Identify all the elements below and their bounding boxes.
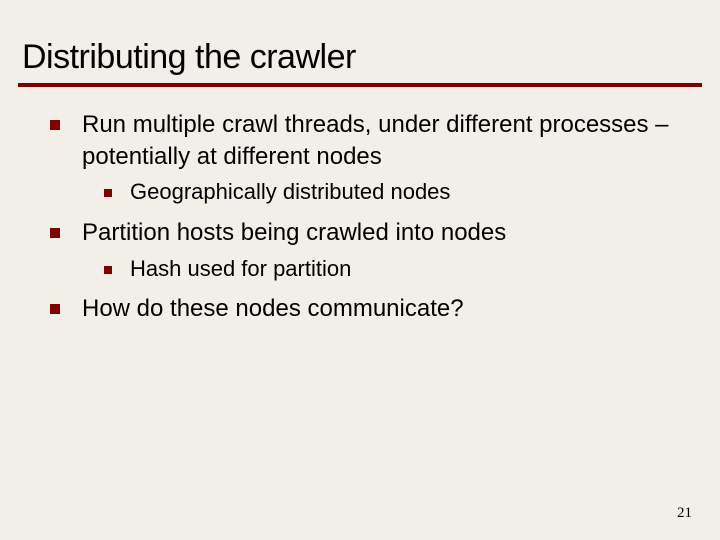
list-item: Run multiple crawl threads, under differ… <box>50 109 670 172</box>
slide-content: Run multiple crawl threads, under differ… <box>0 87 720 325</box>
slide-title: Distributing the crawler <box>0 0 720 83</box>
slide: Distributing the crawler Run multiple cr… <box>0 0 720 540</box>
list-subitem: Geographically distributed nodes <box>104 178 670 207</box>
list-item: Partition hosts being crawled into nodes <box>50 217 670 249</box>
square-bullet-icon <box>50 228 60 238</box>
square-bullet-icon <box>104 266 112 274</box>
square-bullet-icon <box>50 120 60 130</box>
list-item-text: Partition hosts being crawled into nodes <box>82 217 506 249</box>
page-number: 21 <box>677 505 692 522</box>
list-item-text: Run multiple crawl threads, under differ… <box>82 109 670 172</box>
list-subitem-text: Hash used for partition <box>130 255 351 284</box>
list-item: How do these nodes communicate? <box>50 293 670 325</box>
square-bullet-icon <box>104 189 112 197</box>
list-subitem-text: Geographically distributed nodes <box>130 178 450 207</box>
square-bullet-icon <box>50 304 60 314</box>
list-item-text: How do these nodes communicate? <box>82 293 464 325</box>
list-subitem: Hash used for partition <box>104 255 670 284</box>
